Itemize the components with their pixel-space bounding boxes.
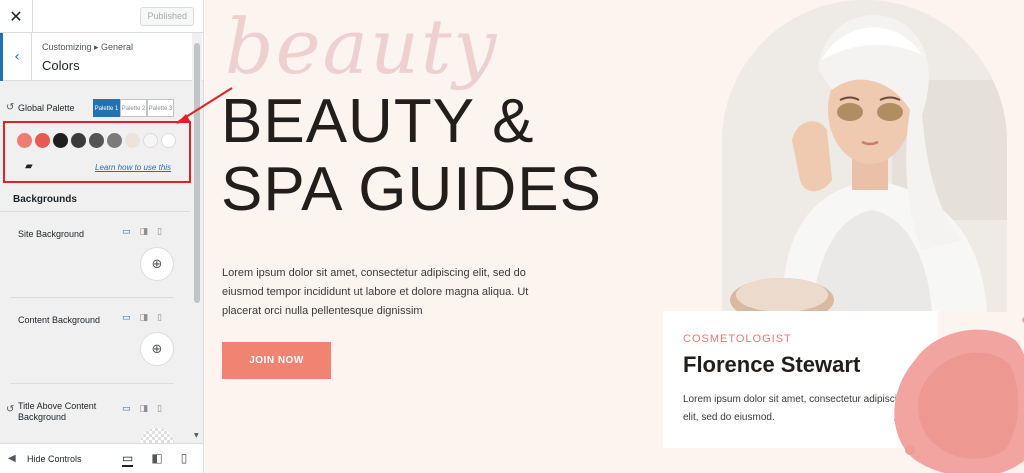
palette-tabs: Palette 1 Palette 2 Palette 3 — [93, 99, 174, 117]
palette-tab-1[interactable]: Palette 1 — [93, 99, 120, 117]
hide-controls-icon[interactable]: ◀ — [8, 453, 16, 464]
tablet-icon[interactable]: ◨ — [140, 404, 149, 414]
preview-device-switcher: ▭ ◧ ▯ — [122, 451, 187, 467]
scrollbar-thumb[interactable] — [194, 43, 200, 303]
published-button[interactable]: Published — [140, 7, 194, 26]
global-palette-row: ↺ Global Palette Palette 1 Palette 2 Pal… — [6, 98, 186, 120]
decorative-script-word: beauty — [225, 2, 499, 91]
hero-headline-line-1: BEAUTY & — [221, 87, 535, 156]
desktop-icon[interactable]: ▭ — [122, 227, 131, 237]
backgrounds-heading-label: Backgrounds — [13, 194, 77, 205]
divider — [10, 383, 174, 384]
palette-tab-2[interactable]: Palette 2 — [120, 99, 147, 117]
profile-name: Florence Stewart — [683, 352, 861, 377]
site-background-label: Site Background — [18, 229, 85, 239]
transparent-color-swatch[interactable] — [140, 428, 174, 444]
powder-decoration — [894, 317, 1024, 473]
back-icon[interactable]: ‹ — [0, 33, 32, 81]
color-swatch[interactable] — [143, 133, 158, 148]
scroll-down-icon[interactable]: ▼ — [194, 432, 199, 439]
responsive-toggle: ▭ ◨ ▯ — [122, 404, 162, 414]
woman-with-towel-illustration — [722, 0, 1007, 312]
color-swatch[interactable] — [53, 133, 68, 148]
mobile-preview-icon[interactable]: ▯ — [181, 451, 188, 467]
close-icon[interactable]: ✕ — [0, 0, 33, 33]
folder-icon[interactable]: ▰ — [25, 161, 33, 172]
section-title: Colors — [42, 58, 80, 73]
profile-role: COSMETOLOGIST — [683, 333, 792, 345]
join-now-button[interactable]: JOIN NOW — [222, 342, 331, 379]
reset-icon[interactable]: ↺ — [6, 102, 14, 113]
hero-headline-line-2: SPA GUIDES — [221, 155, 602, 224]
tablet-icon[interactable]: ◨ — [140, 227, 149, 237]
mobile-icon[interactable]: ▯ — [157, 404, 162, 414]
hero-photo — [722, 0, 1007, 312]
site-preview: beauty BEAUTY & SPA GUIDES Lorem ipsum d… — [205, 0, 1024, 473]
globe-icon[interactable]: ⊕ — [140, 247, 174, 281]
backgrounds-heading: Backgrounds — [0, 186, 190, 212]
responsive-toggle: ▭ ◨ ▯ — [122, 227, 162, 237]
palette-highlight-box: ▰ Learn how to use this — [3, 121, 191, 183]
color-swatch[interactable] — [107, 133, 122, 148]
color-swatch[interactable] — [71, 133, 86, 148]
desktop-icon[interactable]: ▭ — [122, 404, 131, 414]
mobile-icon[interactable]: ▯ — [157, 227, 162, 237]
breadcrumb: Customizing ▸ General — [42, 42, 134, 52]
color-swatch[interactable] — [17, 133, 32, 148]
palette-tab-3[interactable]: Palette 3 — [147, 99, 174, 117]
customizer-topbar: ✕ Published — [0, 0, 203, 33]
mobile-icon[interactable]: ▯ — [157, 313, 162, 323]
customizer-footer: ◀ Hide Controls ▭ ◧ ▯ — [0, 443, 203, 473]
learn-how-link[interactable]: Learn how to use this — [95, 163, 171, 172]
globe-icon[interactable]: ⊕ — [140, 332, 174, 366]
hide-controls-button[interactable]: Hide Controls — [27, 454, 82, 464]
scrollbar[interactable] — [192, 33, 202, 443]
tablet-preview-icon[interactable]: ◧ — [151, 451, 162, 467]
hero-headline: BEAUTY & SPA GUIDES — [221, 88, 602, 224]
global-palette-label: Global Palette — [18, 103, 75, 113]
customizer-sidebar: ✕ Published ‹ Customizing ▸ General Colo… — [0, 0, 204, 473]
color-swatch[interactable] — [35, 133, 50, 148]
color-swatch[interactable] — [89, 133, 104, 148]
title-above-content-background-label: Title Above Content Background — [18, 401, 97, 422]
desktop-icon[interactable]: ▭ — [122, 313, 131, 323]
divider — [10, 297, 174, 298]
color-swatch[interactable] — [161, 133, 176, 148]
hero-description: Lorem ipsum dolor sit amet, consectetur … — [222, 267, 529, 317]
content-background-label: Content Background — [18, 315, 101, 325]
responsive-toggle: ▭ ◨ ▯ — [122, 313, 162, 323]
reset-icon[interactable]: ↺ — [6, 404, 14, 415]
color-swatch[interactable] — [125, 133, 140, 148]
desktop-preview-icon[interactable]: ▭ — [122, 451, 134, 467]
section-header: ‹ Customizing ▸ General Colors — [0, 33, 203, 81]
tablet-icon[interactable]: ◨ — [140, 313, 149, 323]
color-swatches — [17, 133, 176, 148]
